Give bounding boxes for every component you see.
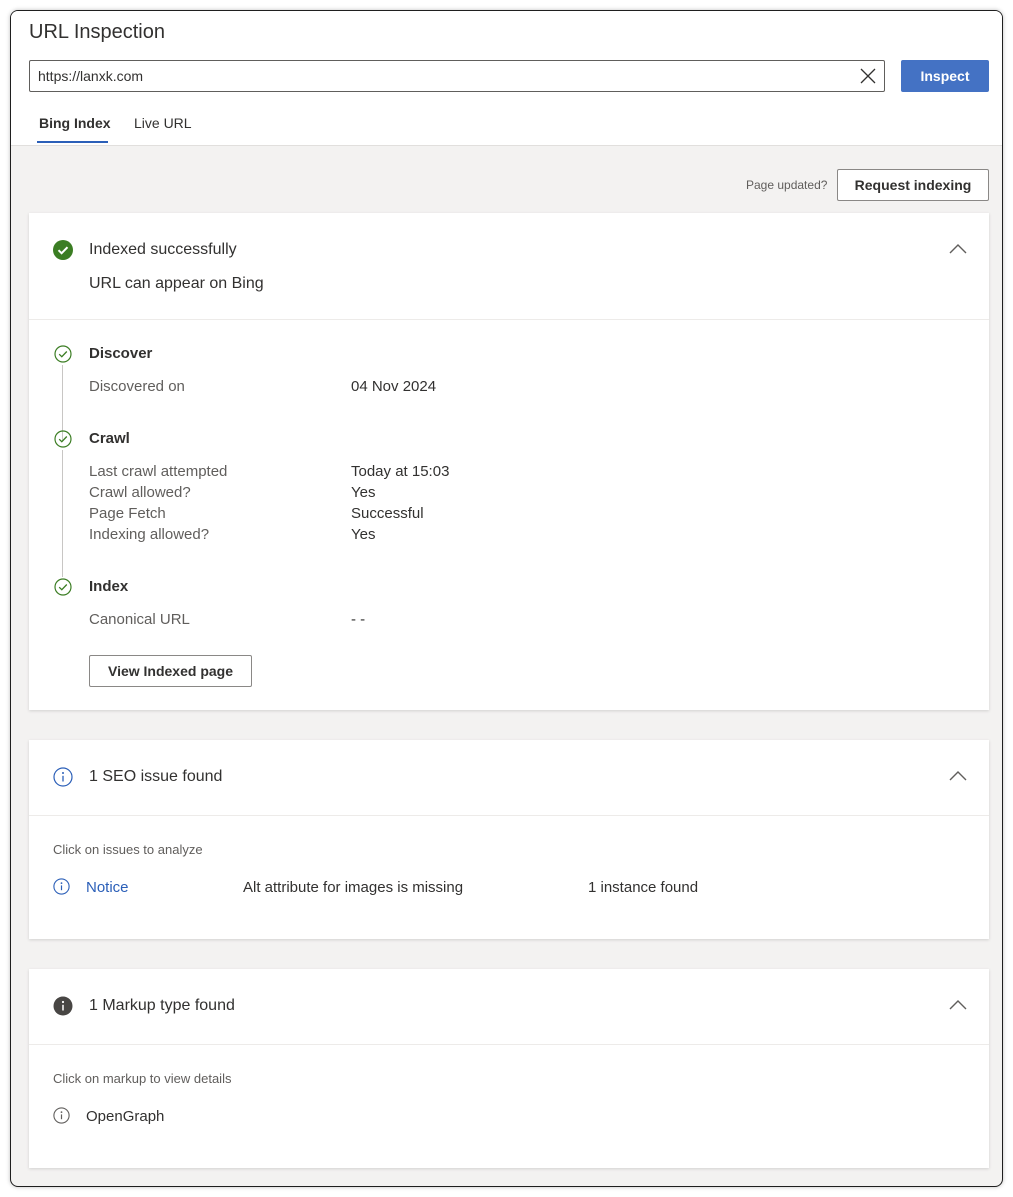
notice-info-icon xyxy=(53,878,70,895)
seo-hint: Click on issues to analyze xyxy=(53,842,203,857)
crawl-title: Crawl xyxy=(89,430,130,447)
page-fetch-value: Successful xyxy=(351,505,424,522)
markup-hint: Click on markup to view details xyxy=(53,1071,232,1086)
markup-info-icon xyxy=(53,1107,70,1124)
discovered-on-label: Discovered on xyxy=(89,378,185,395)
discover-check-icon xyxy=(54,345,72,363)
markup-item-label: OpenGraph xyxy=(86,1108,165,1125)
issue-description: Alt attribute for images is missing xyxy=(243,879,464,896)
chevron-up-icon[interactable] xyxy=(949,770,967,782)
crawl-allowed-value: Yes xyxy=(351,484,376,501)
header: URL Inspection https://lanxk.com Inspect… xyxy=(11,11,1002,146)
discovered-on-value: 04 Nov 2024 xyxy=(351,378,437,395)
card-divider xyxy=(29,815,989,816)
index-status-card: Indexed successfully URL can appear on B… xyxy=(29,213,989,710)
page-title: URL Inspection xyxy=(29,21,165,43)
markup-item-row[interactable]: OpenGraph xyxy=(53,1106,253,1128)
markup-card: 1 Markup type found Click on markup to v… xyxy=(29,969,989,1168)
clear-icon[interactable] xyxy=(860,68,876,84)
seo-issues-card: 1 SEO issue found Click on issues to ana… xyxy=(29,740,989,939)
page-updated-label: Page updated? xyxy=(746,178,828,192)
markup-card-title: 1 Markup type found xyxy=(89,997,235,1014)
canonical-url-value: - - xyxy=(351,611,366,628)
index-check-icon xyxy=(54,578,72,596)
chevron-up-icon[interactable] xyxy=(949,243,967,255)
tab-bing-index[interactable]: Bing Index xyxy=(39,115,111,131)
issue-severity-link[interactable]: Notice xyxy=(86,879,129,896)
url-input[interactable]: https://lanxk.com xyxy=(29,60,885,92)
index-status-title: Indexed successfully xyxy=(89,241,237,258)
page-fetch-label: Page Fetch xyxy=(89,505,166,522)
indexing-allowed-value: Yes xyxy=(351,526,376,543)
info-icon xyxy=(53,767,73,787)
discover-title: Discover xyxy=(89,345,153,362)
index-status-subtitle: URL can appear on Bing xyxy=(89,275,264,292)
last-crawl-label: Last crawl attempted xyxy=(89,463,228,480)
card-divider xyxy=(29,1044,989,1045)
last-crawl-value: Today at 15:03 xyxy=(351,463,450,480)
index-title: Index xyxy=(89,578,129,595)
chevron-up-icon[interactable] xyxy=(949,999,967,1011)
indexing-allowed-label: Indexing allowed? xyxy=(89,526,210,543)
seo-issue-row[interactable]: Notice Alt attribute for images is missi… xyxy=(53,877,753,899)
view-indexed-page-button[interactable]: View Indexed page xyxy=(89,655,252,687)
check-circle-filled-icon xyxy=(53,240,73,260)
tab-live-url[interactable]: Live URL xyxy=(134,115,192,131)
seo-card-title: 1 SEO issue found xyxy=(89,768,223,785)
card-divider xyxy=(29,319,989,320)
inspect-button[interactable]: Inspect xyxy=(901,60,989,92)
url-inspection-window: URL Inspection https://lanxk.com Inspect… xyxy=(10,10,1003,1187)
timeline-connector xyxy=(62,450,63,577)
crawl-allowed-label: Crawl allowed? xyxy=(89,484,191,501)
active-tab-indicator xyxy=(37,141,108,143)
crawl-check-icon xyxy=(54,430,72,448)
info-filled-icon xyxy=(53,996,73,1016)
url-input-value: https://lanxk.com xyxy=(38,68,144,84)
request-indexing-button[interactable]: Request indexing xyxy=(837,169,989,201)
canonical-url-label: Canonical URL xyxy=(89,611,190,628)
issue-count: 1 instance found xyxy=(588,879,699,896)
